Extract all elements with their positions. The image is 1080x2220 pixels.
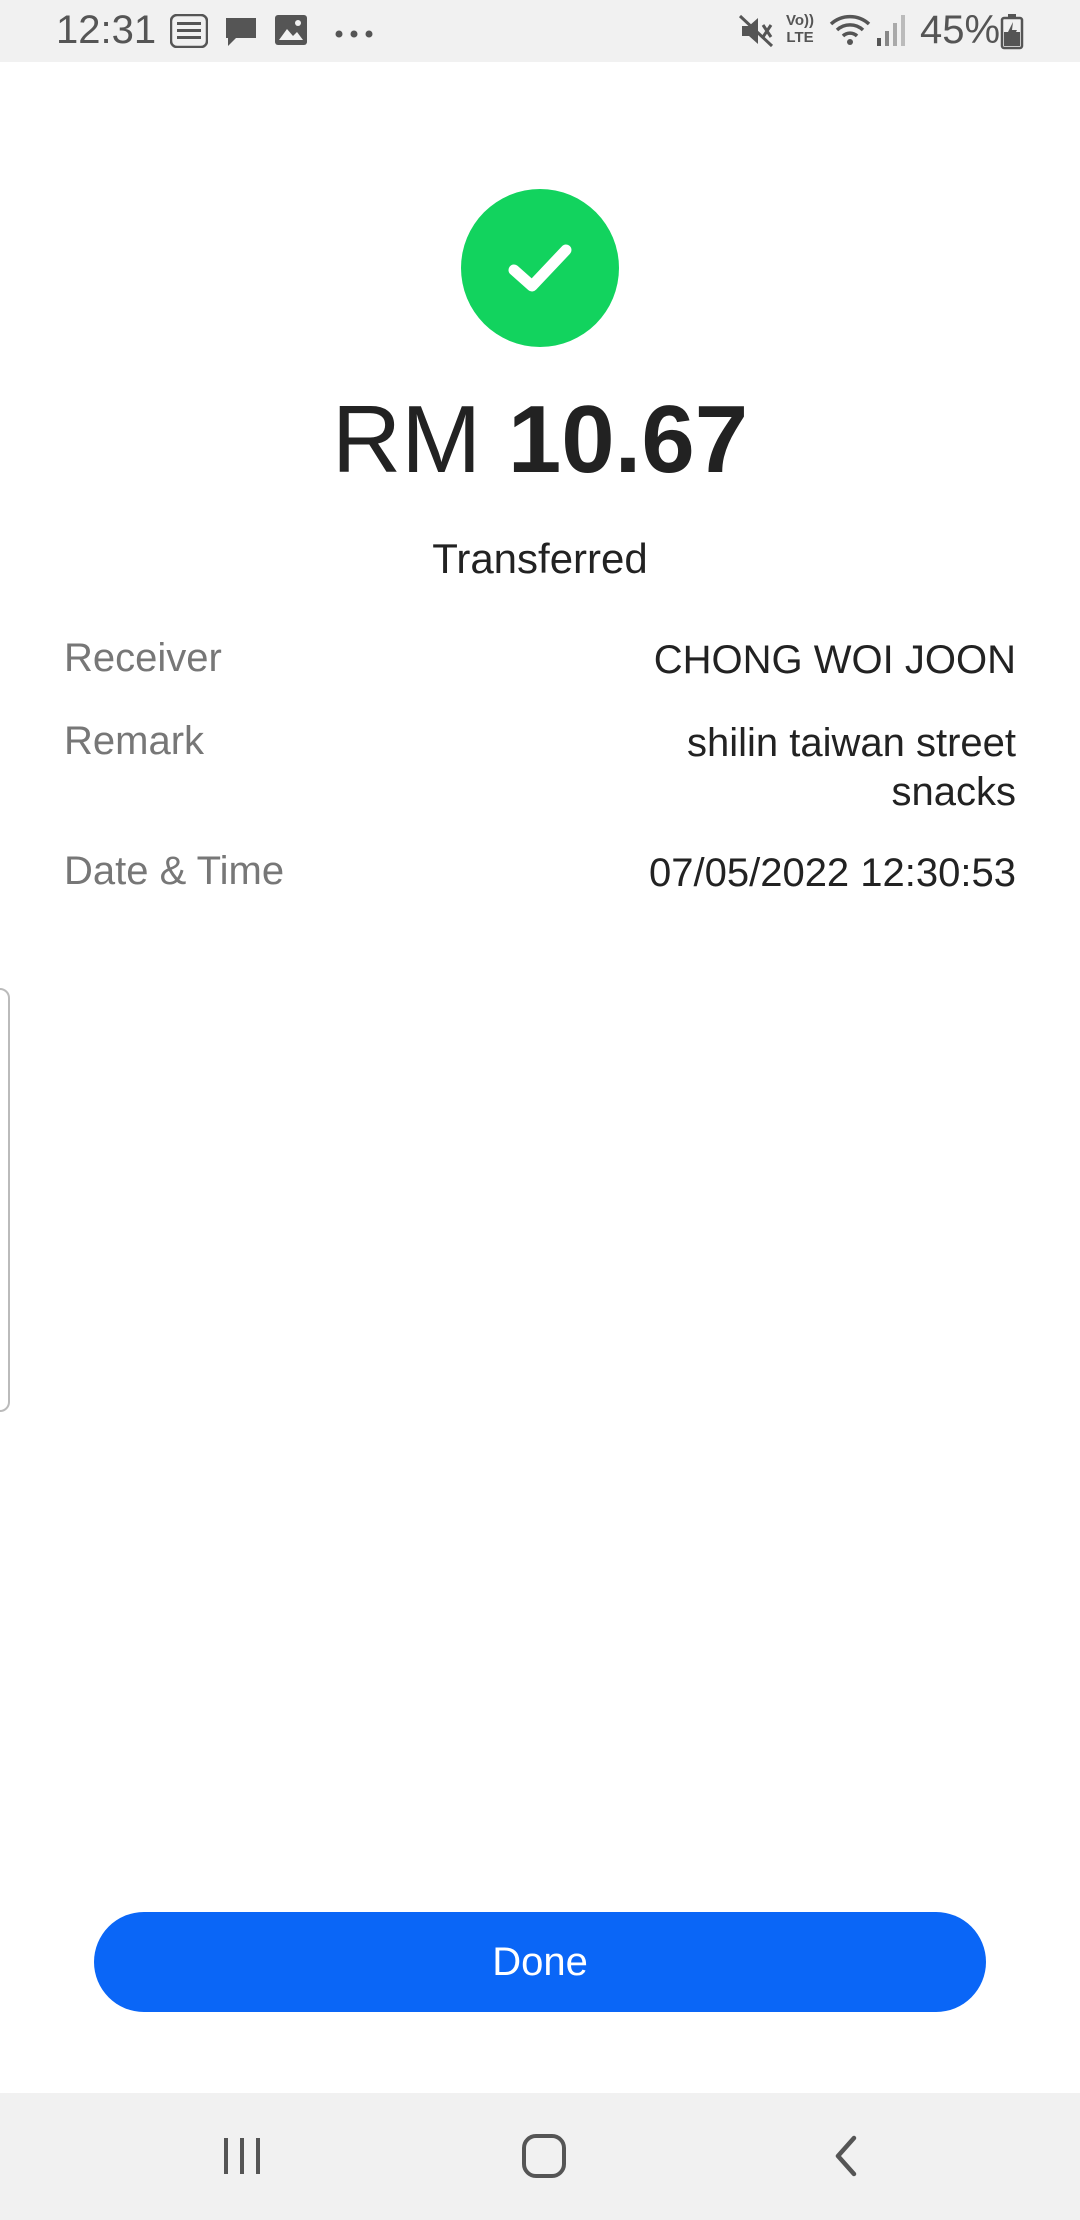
message-icon — [224, 16, 258, 54]
tng-ewallet-icon — [169, 13, 209, 52]
mute-icon — [738, 14, 774, 52]
done-button[interactable]: Done — [94, 1912, 986, 2012]
detail-row-remark: Remark shilin taiwan street snacks — [64, 719, 1016, 829]
detail-label: Date & Time — [64, 849, 285, 893]
detail-row-date-time: Date & Time 07/05/2022 12:30:53 — [64, 849, 1016, 909]
detail-value: CHONG WOI JOON — [653, 638, 1016, 682]
detail-label: Remark — [64, 719, 205, 763]
battery-percent: 45% — [920, 8, 1001, 52]
transfer-status: Transferred — [432, 535, 648, 582]
success-check-icon — [461, 189, 619, 347]
amount-currency: RM — [331, 386, 482, 493]
image-icon — [274, 14, 308, 52]
volte-line2: LTE — [786, 29, 814, 46]
recent-apps-icon[interactable] — [202, 2123, 282, 2189]
status-time: 12:31 — [56, 8, 157, 52]
navigation-bar — [0, 2093, 1080, 2220]
detail-value: shilin taiwan street snacks — [686, 721, 1016, 814]
home-icon[interactable] — [504, 2123, 584, 2189]
back-icon[interactable] — [806, 2123, 886, 2189]
battery-icon — [1000, 14, 1024, 52]
detail-label: Receiver — [64, 636, 222, 680]
more-icon — [334, 26, 374, 64]
status-bar: 12:31 Vo)) LTE 45% — [0, 0, 1080, 62]
volte-line1: Vo)) — [785, 12, 815, 29]
amount-value: 10.67 — [507, 386, 749, 493]
detail-value: 07/05/2022 12:30:53 — [648, 851, 1016, 895]
detail-row-receiver: Receiver CHONG WOI JOON — [64, 636, 1016, 696]
screen: 12:31 Vo)) LTE 45% RM 10.67 Transferred … — [0, 0, 1080, 2220]
transfer-amount: RM 10.67 — [0, 385, 1080, 495]
wifi-icon — [828, 12, 872, 50]
signal-icon — [876, 12, 906, 50]
edge-panel-handle[interactable] — [0, 988, 10, 1412]
volte-icon: Vo)) LTE — [780, 12, 820, 50]
